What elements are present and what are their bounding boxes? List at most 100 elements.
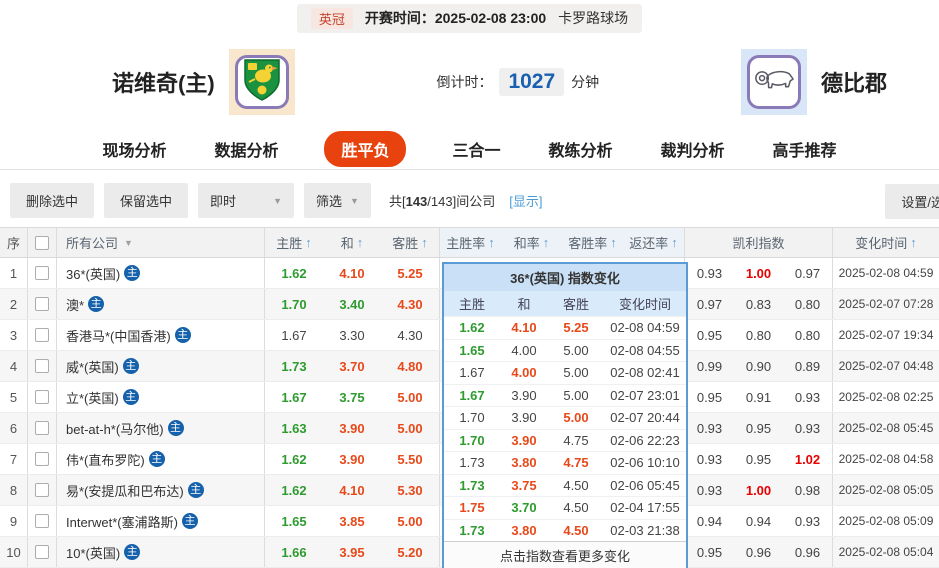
company-name[interactable]: bet-at-h*(马尔他): [66, 419, 164, 438]
popup-row: 1.673.905.0002-07 23:01: [444, 384, 686, 407]
odds-value[interactable]: 1.73: [265, 351, 323, 381]
odds-value[interactable]: 1.66: [265, 537, 323, 567]
tab-item[interactable]: 数据分析: [212, 131, 280, 167]
countdown-label: 倒计时：: [436, 72, 492, 92]
odds-value[interactable]: 5.30: [381, 475, 439, 505]
company-name[interactable]: 36*(英国): [66, 264, 120, 283]
kelly-value: 0.95: [685, 320, 734, 350]
instant-dropdown[interactable]: 即时 ▼: [198, 183, 294, 218]
home-odds-badge-icon: 主: [182, 513, 198, 529]
header-home-rate[interactable]: 主胜率↑: [440, 228, 501, 257]
row-number: 10: [0, 537, 28, 567]
tab-item[interactable]: 高手推荐: [771, 131, 839, 167]
popup-change-time: 02-07 23:01: [604, 388, 686, 403]
odds-value[interactable]: 4.10: [323, 475, 381, 505]
odds-value[interactable]: 5.00: [381, 413, 439, 443]
odds-value[interactable]: 1.62: [265, 475, 323, 505]
tab-item[interactable]: 三合一: [450, 131, 502, 167]
settings-select-button[interactable]: 设置/选择: [885, 184, 939, 219]
odds-value[interactable]: 5.20: [381, 537, 439, 567]
row-checkbox[interactable]: [35, 390, 49, 404]
odds-value[interactable]: 5.00: [381, 506, 439, 536]
company-name[interactable]: 威*(英国): [66, 357, 119, 376]
home-team-crest: [229, 49, 295, 115]
tab-item[interactable]: 裁判分析: [659, 131, 727, 167]
row-checkbox[interactable]: [35, 266, 49, 280]
chevron-down-icon: ▼: [124, 238, 133, 248]
popup-odds-value: 1.75: [444, 500, 500, 515]
odds-value[interactable]: 1.63: [265, 413, 323, 443]
show-link[interactable]: [显示]: [509, 191, 542, 210]
filter-dropdown[interactable]: 筛选 ▼: [304, 183, 371, 218]
tab-item[interactable]: 现场分析: [100, 131, 168, 167]
delete-selected-button[interactable]: 删除选中: [10, 183, 94, 218]
row-checkbox[interactable]: [35, 483, 49, 497]
odds-value[interactable]: 1.70: [265, 289, 323, 319]
header-select-all[interactable]: [28, 228, 57, 257]
row-checkbox[interactable]: [35, 328, 49, 342]
kelly-value: 0.95: [734, 413, 783, 443]
odds-value[interactable]: 4.30: [381, 289, 439, 319]
odds-value[interactable]: 1.62: [265, 258, 323, 288]
odds-value[interactable]: 3.70: [323, 351, 381, 381]
odds-value[interactable]: 3.40: [323, 289, 381, 319]
company-name[interactable]: 澳*: [66, 295, 84, 314]
odds-value[interactable]: 3.95: [323, 537, 381, 567]
popup-odds-value: 4.50: [548, 523, 604, 538]
odds-value[interactable]: 3.30: [323, 320, 381, 350]
header-away-rate[interactable]: 客胜率↑: [562, 228, 623, 257]
row-checkbox[interactable]: [35, 359, 49, 373]
header-all-companies[interactable]: 所有公司 ▼: [57, 228, 265, 257]
tab-item[interactable]: 胜平负: [324, 131, 406, 167]
row-checkbox[interactable]: [35, 452, 49, 466]
odds-value[interactable]: 1.67: [265, 320, 323, 350]
odds-value[interactable]: 3.85: [323, 506, 381, 536]
company-name[interactable]: 易*(安提瓜和巴布达): [66, 481, 184, 500]
popup-odds-value: 1.70: [444, 410, 500, 425]
odds-value[interactable]: 3.75: [323, 382, 381, 412]
row-checkbox[interactable]: [35, 514, 49, 528]
odds-value[interactable]: 1.62: [265, 444, 323, 474]
tab-item[interactable]: 教练分析: [547, 131, 615, 167]
kelly-value: 0.95: [685, 537, 734, 567]
odds-value[interactable]: 4.10: [323, 258, 381, 288]
odds-value[interactable]: 4.30: [381, 320, 439, 350]
row-checkbox[interactable]: [35, 421, 49, 435]
header-change-time[interactable]: 变化时间↑: [833, 228, 939, 257]
company-name[interactable]: Interwet*(塞浦路斯): [66, 512, 178, 531]
row-checkbox[interactable]: [35, 297, 49, 311]
odds-value[interactable]: 5.00: [381, 382, 439, 412]
popup-odds-value: 1.65: [444, 343, 500, 358]
select-all-checkbox[interactable]: [35, 236, 49, 250]
popup-change-time: 02-03 21:38: [604, 523, 686, 538]
away-team-crest: [741, 49, 807, 115]
odds-value[interactable]: 5.50: [381, 444, 439, 474]
odds-value[interactable]: 3.90: [323, 444, 381, 474]
filter-dropdown-label: 筛选: [316, 191, 342, 210]
header-home-win[interactable]: 主胜↑: [265, 228, 323, 257]
header-draw-rate[interactable]: 和率↑: [501, 228, 562, 257]
row-checkbox[interactable]: [35, 545, 49, 559]
popup-odds-value: 1.73: [444, 455, 500, 470]
company-name[interactable]: 立*(英国): [66, 388, 119, 407]
company-name[interactable]: 伟*(直布罗陀): [66, 450, 145, 469]
odds-value[interactable]: 3.90: [323, 413, 381, 443]
header-draw[interactable]: 和↑: [323, 228, 381, 257]
odds-value[interactable]: 1.65: [265, 506, 323, 536]
odds-value[interactable]: 4.80: [381, 351, 439, 381]
league-badge: 英冠: [311, 8, 353, 29]
company-name[interactable]: 香港马*(中国香港): [66, 326, 171, 345]
header-away-win[interactable]: 客胜↑: [381, 228, 439, 257]
odds-value[interactable]: 1.67: [265, 382, 323, 412]
popup-odds-value: 1.62: [444, 320, 500, 335]
header-return-rate[interactable]: 返还率↑: [623, 228, 684, 257]
popup-odds-value: 5.00: [548, 343, 604, 358]
company-name[interactable]: 10*(英国): [66, 543, 120, 562]
home-odds-badge-icon: 主: [149, 451, 165, 467]
kelly-value: 1.00: [734, 475, 783, 505]
popup-row: 1.733.804.7502-06 10:10: [444, 451, 686, 474]
kelly-value: 0.96: [783, 537, 832, 567]
odds-value[interactable]: 5.25: [381, 258, 439, 288]
odds-table-header: 序 所有公司 ▼ 主胜↑ 和↑ 客胜↑ 主胜率↑ 和率↑ 客胜率↑ 返还率↑ 凯…: [0, 227, 939, 258]
keep-selected-button[interactable]: 保留选中: [104, 183, 188, 218]
